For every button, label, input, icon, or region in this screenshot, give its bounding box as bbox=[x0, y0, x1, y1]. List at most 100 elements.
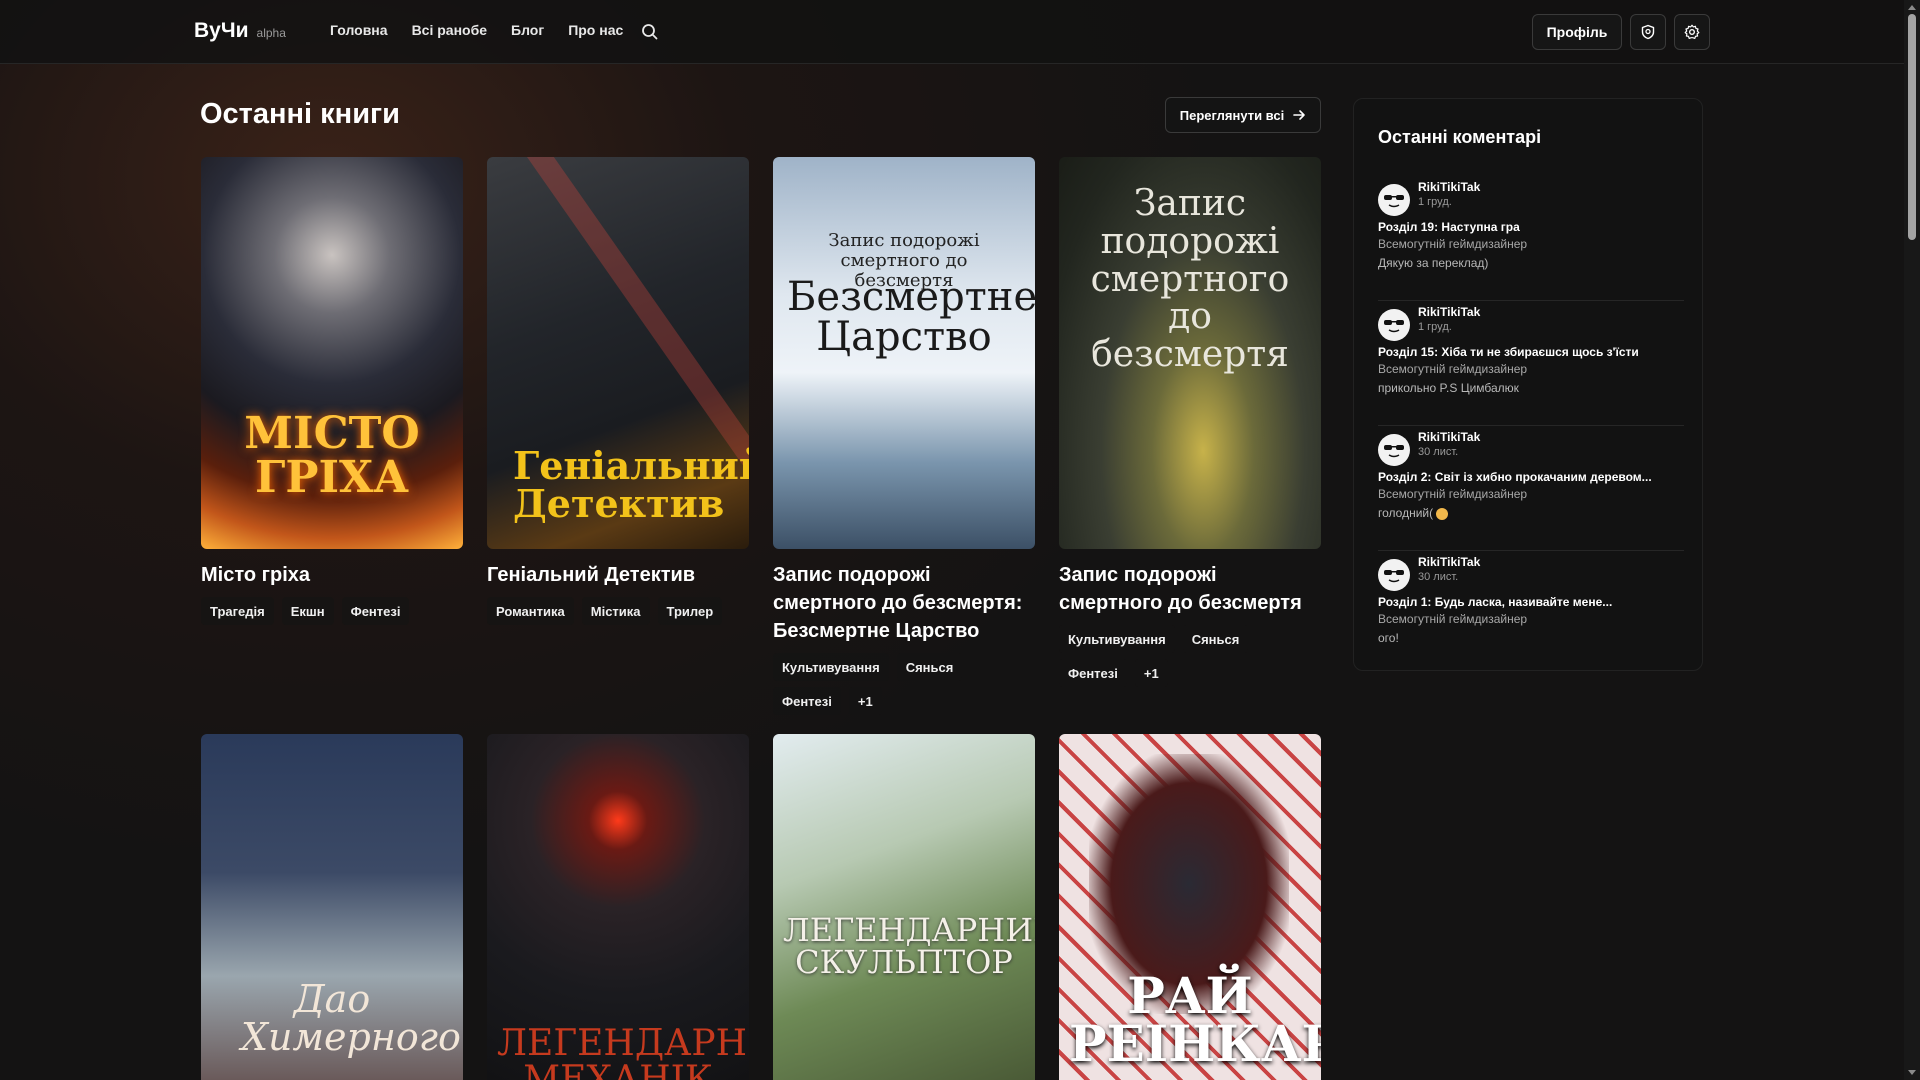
site-logo[interactable]: ВуЧи alpha bbox=[194, 19, 286, 43]
book-card[interactable]: ЛЕГЕНДАРНИЙ МЕХАНІК bbox=[487, 734, 749, 1080]
alpha-badge: alpha bbox=[256, 26, 286, 40]
book-title[interactable]: Місто гріха bbox=[201, 561, 463, 589]
avatar[interactable] bbox=[1378, 434, 1410, 466]
book-title[interactable]: Запис подорожі смертного до безсмертя bbox=[1059, 561, 1321, 617]
book-cover[interactable]: ЛЕГЕНДАРНИЙ МЕХАНІК bbox=[487, 734, 749, 1080]
shield-icon bbox=[1641, 24, 1655, 40]
cover-decor bbox=[527, 157, 749, 479]
comment-text: ого! bbox=[1378, 631, 1399, 645]
scroll-down-arrow[interactable] bbox=[1908, 1070, 1916, 1075]
comment-chapter[interactable]: Розділ 2: Світ із хибно прокачаним дерев… bbox=[1378, 470, 1652, 484]
book-cover[interactable]: ЛЕГЕНДАРНИЙ СКУЛЬПТОР bbox=[773, 734, 1035, 1080]
avatar[interactable] bbox=[1378, 184, 1410, 216]
scroll-thumb[interactable] bbox=[1908, 14, 1916, 240]
comment-author[interactable]: RikiTikiTak bbox=[1418, 305, 1480, 319]
nav-blog[interactable]: Блог bbox=[511, 22, 544, 38]
book-cover[interactable]: МІСТО ГРІХА bbox=[201, 157, 463, 549]
comment-book[interactable]: Всемогутній геймдизайнер bbox=[1378, 612, 1527, 626]
comment-item[interactable]: RikiTikiTak 30 лист. Розділ 2: Світ із х… bbox=[1378, 426, 1684, 551]
gear-icon bbox=[1684, 24, 1700, 39]
more-tags-badge[interactable]: +1 bbox=[848, 687, 882, 715]
view-all-label[interactable]: Переглянути всі bbox=[1180, 108, 1284, 123]
logo-text[interactable]: ВуЧи bbox=[194, 19, 249, 43]
comment-author[interactable]: RikiTikiTak bbox=[1418, 555, 1480, 569]
view-all-button[interactable]: Переглянути всі bbox=[1165, 97, 1321, 133]
tag[interactable]: Містика bbox=[581, 597, 650, 625]
comment-date: 30 лист. bbox=[1418, 571, 1459, 583]
nav-home[interactable]: Головна bbox=[330, 22, 388, 38]
comments-title: Останні коментарі bbox=[1378, 127, 1542, 147]
recent-comments-panel: Останні коментарі RikiTikiTak 1 груд. Ро… bbox=[1353, 98, 1703, 671]
avatar[interactable] bbox=[1378, 309, 1410, 341]
search-icon[interactable] bbox=[640, 22, 660, 42]
tag[interactable]: Фентезі bbox=[1059, 659, 1127, 687]
more-tags-badge[interactable]: +1 bbox=[1134, 659, 1168, 687]
nav-all-ranobe[interactable]: Всі ранобе bbox=[412, 22, 487, 38]
tag[interactable]: Трилер bbox=[657, 597, 723, 625]
nav-about[interactable]: Про нас bbox=[568, 22, 623, 38]
book-card[interactable]: МІСТО ГРІХА Місто гріха Трагедія Екшн Фе… bbox=[201, 157, 463, 625]
tag[interactable]: Фентезі bbox=[773, 687, 841, 715]
comment-text: Дякую за переклад) bbox=[1378, 256, 1489, 270]
tag[interactable]: Фентезі bbox=[341, 597, 410, 625]
tag[interactable]: Культивування bbox=[1059, 625, 1175, 653]
comment-date: 30 лист. bbox=[1418, 446, 1459, 458]
comment-date: 1 груд. bbox=[1418, 196, 1452, 208]
avatar[interactable] bbox=[1378, 559, 1410, 591]
top-header: ВуЧи alpha Головна Всі ранобе Блог Про н… bbox=[0, 0, 1904, 64]
tag[interactable]: Сянься bbox=[896, 653, 963, 681]
book-card[interactable]: Запис подорожі смертного до безсмертя За… bbox=[1059, 157, 1321, 687]
book-card[interactable]: Запис подорожі смертного до безсмертя Бе… bbox=[773, 157, 1035, 715]
tag-list: Культивування Сянься Фентезі +1 bbox=[1059, 625, 1259, 687]
tag-list: Трагедія Екшн Фентезі bbox=[201, 597, 463, 625]
tag[interactable]: Романтика bbox=[487, 597, 574, 625]
book-cover[interactable]: Запис подорожі смертного до безсмертя Бе… bbox=[773, 157, 1035, 549]
comment-item[interactable]: RikiTikiTak 1 груд. Розділ 15: Хіба ти н… bbox=[1378, 301, 1684, 426]
tag[interactable]: Культивування bbox=[773, 653, 889, 681]
tag[interactable]: Трагедія bbox=[201, 597, 274, 625]
comment-item[interactable]: RikiTikiTak 30 лист. Розділ 1: Будь ласк… bbox=[1378, 551, 1684, 676]
comment-book[interactable]: Всемогутній геймдизайнер bbox=[1378, 362, 1527, 376]
comment-text-wrap: голодний( bbox=[1378, 506, 1449, 520]
comment-author[interactable]: RikiTikiTak bbox=[1418, 180, 1480, 194]
comment-date: 1 груд. bbox=[1418, 321, 1452, 333]
header-actions: Профіль bbox=[1532, 14, 1710, 50]
admin-button[interactable] bbox=[1630, 14, 1666, 50]
comment-item[interactable]: RikiTikiTak 1 груд. Розділ 19: Наступна … bbox=[1378, 176, 1684, 301]
book-cover[interactable]: РАЙ РЕІНКАРНАЦІЇ bbox=[1059, 734, 1321, 1080]
comment-chapter[interactable]: Розділ 19: Наступна гра bbox=[1378, 220, 1520, 234]
cover-title: Запис подорожі смертного до безсмертя bbox=[1090, 183, 1290, 376]
settings-button[interactable] bbox=[1674, 14, 1710, 50]
sad-emoji-icon bbox=[1436, 507, 1449, 520]
book-cover[interactable]: Геніальний Детектив bbox=[487, 157, 749, 549]
comment-text: прикольно P.S Цимбалюк bbox=[1378, 381, 1519, 395]
book-cover[interactable]: Запис подорожі смертного до безсмертя bbox=[1059, 157, 1321, 549]
comment-book[interactable]: Всемогутній геймдизайнер bbox=[1378, 237, 1527, 251]
tag[interactable]: Екшн bbox=[281, 597, 334, 625]
book-card[interactable]: Геніальний Детектив Геніальний Детектив … bbox=[487, 157, 749, 625]
page-scrollbar[interactable] bbox=[1904, 0, 1920, 1080]
scroll-up-arrow[interactable] bbox=[1908, 5, 1916, 10]
cover-title: Дао Химерного bbox=[241, 977, 461, 1059]
book-title[interactable]: Запис подорожі смертного до безсмертя: Б… bbox=[773, 561, 1035, 645]
cover-title: РАЙ РЕІНКАРНАЦІЇ bbox=[1069, 966, 1321, 1073]
tag[interactable]: Сянься bbox=[1182, 625, 1249, 653]
book-cover[interactable]: Дао Химерного bbox=[201, 734, 463, 1080]
tag-list: Культивування Сянься Фентезі +1 bbox=[773, 653, 973, 715]
cover-title: Геніальний Детектив bbox=[513, 443, 749, 526]
main-nav: Головна Всі ранобе Блог Про нас bbox=[330, 22, 623, 38]
comment-chapter[interactable]: Розділ 1: Будь ласка, називайте мене... bbox=[1378, 595, 1612, 609]
cover-title: ЛЕГЕНДАРНИЙ МЕХАНІК bbox=[497, 1023, 749, 1080]
comment-chapter[interactable]: Розділ 15: Хіба ти не збираєшся щось з'ї… bbox=[1378, 345, 1639, 359]
book-card[interactable]: Дао Химерного bbox=[201, 734, 463, 1080]
book-card[interactable]: ЛЕГЕНДАРНИЙ СКУЛЬПТОР bbox=[773, 734, 1035, 1080]
comment-author[interactable]: RikiTikiTak bbox=[1418, 430, 1480, 444]
cover-title: ЛЕГЕНДАРНИЙ СКУЛЬПТОР bbox=[783, 911, 1035, 981]
arrow-right-icon bbox=[1293, 110, 1306, 120]
cover-title: Безсмертне Царство bbox=[787, 274, 1035, 360]
comment-text: голодний( bbox=[1378, 506, 1434, 520]
profile-button[interactable]: Профіль bbox=[1532, 14, 1622, 50]
book-card[interactable]: РАЙ РЕІНКАРНАЦІЇ bbox=[1059, 734, 1321, 1080]
comment-book[interactable]: Всемогутній геймдизайнер bbox=[1378, 487, 1527, 501]
book-title[interactable]: Геніальний Детектив bbox=[487, 561, 749, 589]
